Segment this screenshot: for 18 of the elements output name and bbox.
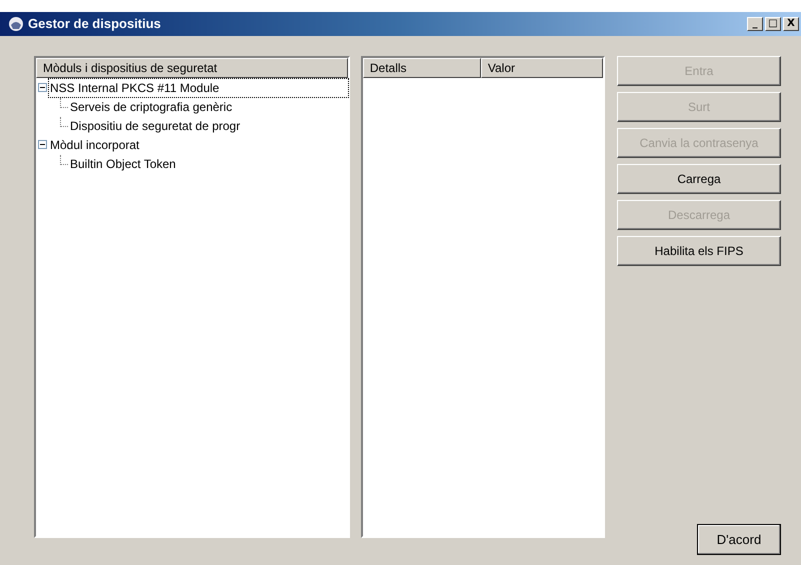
tree-item[interactable]: Dispositiu de seguretat de progr <box>69 116 242 134</box>
minimize-button[interactable]: _ <box>747 17 763 31</box>
action-button[interactable]: Carrega <box>617 164 781 194</box>
window-title: Gestor de dispositius <box>28 15 161 34</box>
app-icon <box>8 16 24 32</box>
tree-item[interactable]: NSS Internal PKCS #11 Module <box>49 78 348 96</box>
column-header[interactable]: Valor <box>480 58 603 78</box>
action-button[interactable]: Habilita els FIPS <box>617 236 781 266</box>
collapse-icon[interactable] <box>38 140 47 149</box>
tree-item[interactable]: Builtin Object Token <box>69 154 177 172</box>
ok-button[interactable]: D'acord <box>697 524 781 555</box>
column-header[interactable]: Detalls <box>362 58 481 78</box>
close-button[interactable]: X <box>783 17 799 31</box>
maximize-button[interactable]: □ <box>765 17 781 31</box>
tree-item[interactable]: Mòdul incorporat <box>49 136 140 154</box>
tree-item[interactable]: Serveis de criptografia genèric <box>69 98 234 116</box>
collapse-icon[interactable] <box>38 83 47 92</box>
column-header[interactable]: Mòduls i dispositius de seguretat <box>36 58 348 78</box>
